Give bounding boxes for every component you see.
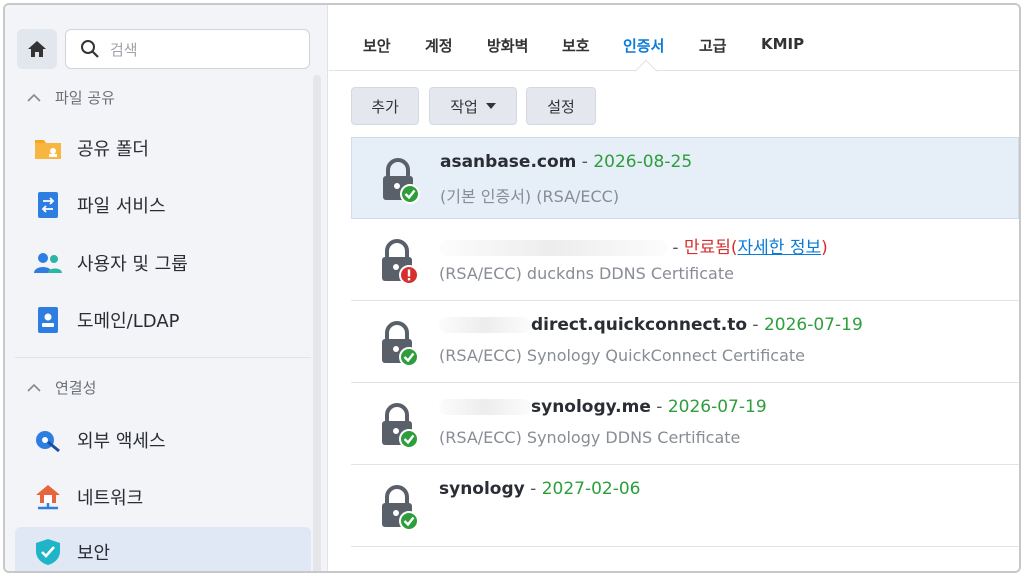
sidebar-item-label: 외부 액세스 (77, 431, 166, 452)
lock-valid-icon (382, 485, 419, 531)
expired-status-close: ) (821, 238, 828, 258)
redacted-prefix (439, 399, 531, 415)
redacted-name (439, 240, 667, 256)
sidebar-item-security[interactable]: 보안 (15, 527, 311, 571)
tab-account[interactable]: 계정 (425, 35, 453, 56)
shared-folder-icon (33, 133, 63, 163)
security-shield-icon (33, 537, 63, 567)
section-connectivity[interactable]: 연결성 (27, 377, 96, 398)
certificate-row[interactable]: synology - 2027-02-06 (351, 465, 1019, 547)
certificate-name: synology.me (531, 397, 651, 417)
tab-certificate[interactable]: 인증서 (623, 35, 664, 56)
expiry-date: 2026-07-19 (667, 397, 767, 417)
external-access-icon (33, 425, 63, 455)
lock-valid-icon (382, 403, 419, 449)
certificate-description: (RSA/ECC) duckdns DDNS Certificate (439, 264, 734, 283)
sidebar-item-external-access[interactable]: 외부 액세스 (15, 415, 311, 465)
home-button[interactable] (17, 29, 57, 69)
sidebar-item-shared-folder[interactable]: 공유 폴더 (15, 123, 311, 173)
sidebar-item-label: 네트워크 (77, 488, 144, 509)
certificate-row[interactable]: direct.quickconnect.to - 2026-07-19 (RSA… (351, 301, 1019, 383)
chevron-up-icon (27, 93, 41, 102)
separator: - (524, 479, 542, 499)
certificate-description: (기본 인증서) (RSA/ECC) (440, 187, 620, 206)
certificate-title: direct.quickconnect.to - 2026-07-19 (439, 315, 863, 335)
expired-status: 만료됨( (683, 238, 738, 258)
details-link[interactable]: 자세한 정보 (738, 238, 822, 258)
certificate-description: (RSA/ECC) Synology QuickConnect Certific… (439, 346, 806, 365)
certificate-row[interactable]: synology.me - 2026-07-19 (RSA/ECC) Synol… (351, 383, 1019, 465)
sidebar-item-domain-ldap[interactable]: 도메인/LDAP (15, 295, 311, 345)
sidebar-item-label: 공유 폴더 (77, 139, 149, 160)
main-panel: 보안 계정 방화벽 보호 인증서 고급 KMIP 추가 작업 설정 asanba… (329, 5, 1019, 571)
section-divider (15, 357, 311, 358)
settings-button-label: 설정 (547, 97, 575, 116)
section-label: 연결성 (55, 379, 97, 397)
sidebar-item-users-groups[interactable]: 사용자 및 그룹 (15, 238, 311, 288)
app-window: 검색 파일 공유 공유 폴더 파일 서비스 사용자 및 그룹 도메인/LDAP … (3, 3, 1021, 573)
sidebar-item-label: 사용자 및 그룹 (77, 254, 188, 275)
action-button-label: 작업 (450, 97, 478, 116)
expiry-date: 2026-08-25 (593, 152, 693, 172)
certificate-title: - 만료됨(자세한 정보) (439, 233, 828, 258)
search-icon (81, 40, 99, 58)
expiry-date: 2027-02-06 (541, 479, 641, 499)
separator: - (667, 238, 684, 258)
action-dropdown-button[interactable]: 작업 (429, 87, 517, 125)
tab-advanced[interactable]: 고급 (699, 35, 727, 56)
search-field[interactable]: 검색 (65, 29, 310, 69)
lock-expired-icon (382, 239, 419, 285)
separator: - (576, 152, 594, 172)
sidebar: 검색 파일 공유 공유 폴더 파일 서비스 사용자 및 그룹 도메인/LDAP … (5, 5, 328, 571)
chevron-up-icon (27, 383, 41, 392)
certificate-row[interactable]: asanbase.com - 2026-08-25 (기본 인증서) (RSA/… (351, 137, 1019, 219)
file-services-icon (33, 190, 63, 220)
sidebar-item-label: 파일 서비스 (77, 196, 166, 217)
certificate-title: asanbase.com - 2026-08-25 (440, 152, 692, 172)
sidebar-item-file-services[interactable]: 파일 서비스 (15, 180, 311, 230)
section-file-sharing[interactable]: 파일 공유 (27, 87, 115, 108)
certificate-name: synology (439, 479, 525, 499)
sidebar-item-label: 보안 (77, 543, 111, 564)
certificate-name: asanbase.com (440, 152, 577, 172)
redacted-prefix (439, 317, 531, 333)
add-button[interactable]: 추가 (351, 87, 419, 125)
certificate-name: direct.quickconnect.to (531, 315, 748, 335)
separator: - (650, 397, 668, 417)
sidebar-item-network[interactable]: 네트워크 (15, 472, 311, 522)
lock-valid-icon (382, 321, 419, 367)
active-tab-indicator (634, 59, 658, 83)
certificate-title: synology.me - 2026-07-19 (439, 397, 767, 417)
lock-valid-icon (383, 158, 420, 204)
certificate-title: synology - 2027-02-06 (439, 479, 641, 499)
certificate-row[interactable]: - 만료됨(자세한 정보) (RSA/ECC) duckdns DDNS Cer… (351, 219, 1019, 301)
tab-kmip[interactable]: KMIP (761, 35, 804, 53)
tab-firewall[interactable]: 방화벽 (487, 35, 528, 56)
caret-down-icon (485, 103, 496, 109)
add-button-label: 추가 (371, 97, 399, 116)
expiry-date: 2026-07-19 (763, 315, 863, 335)
section-label: 파일 공유 (55, 89, 115, 107)
sidebar-item-label: 도메인/LDAP (77, 311, 180, 332)
separator: - (747, 315, 764, 335)
settings-button[interactable]: 설정 (526, 87, 596, 125)
sidebar-scrollbar[interactable] (313, 75, 321, 571)
users-groups-icon (33, 248, 63, 278)
home-icon (28, 41, 46, 57)
domain-ldap-icon (33, 305, 63, 335)
tab-protection[interactable]: 보호 (562, 35, 590, 56)
certificate-description: (RSA/ECC) Synology DDNS Certificate (439, 428, 741, 447)
search-placeholder: 검색 (110, 40, 138, 59)
tab-security[interactable]: 보안 (363, 35, 391, 56)
tab-bar: 보안 계정 방화벽 보호 인증서 고급 KMIP (329, 5, 1019, 83)
network-icon (33, 482, 63, 512)
